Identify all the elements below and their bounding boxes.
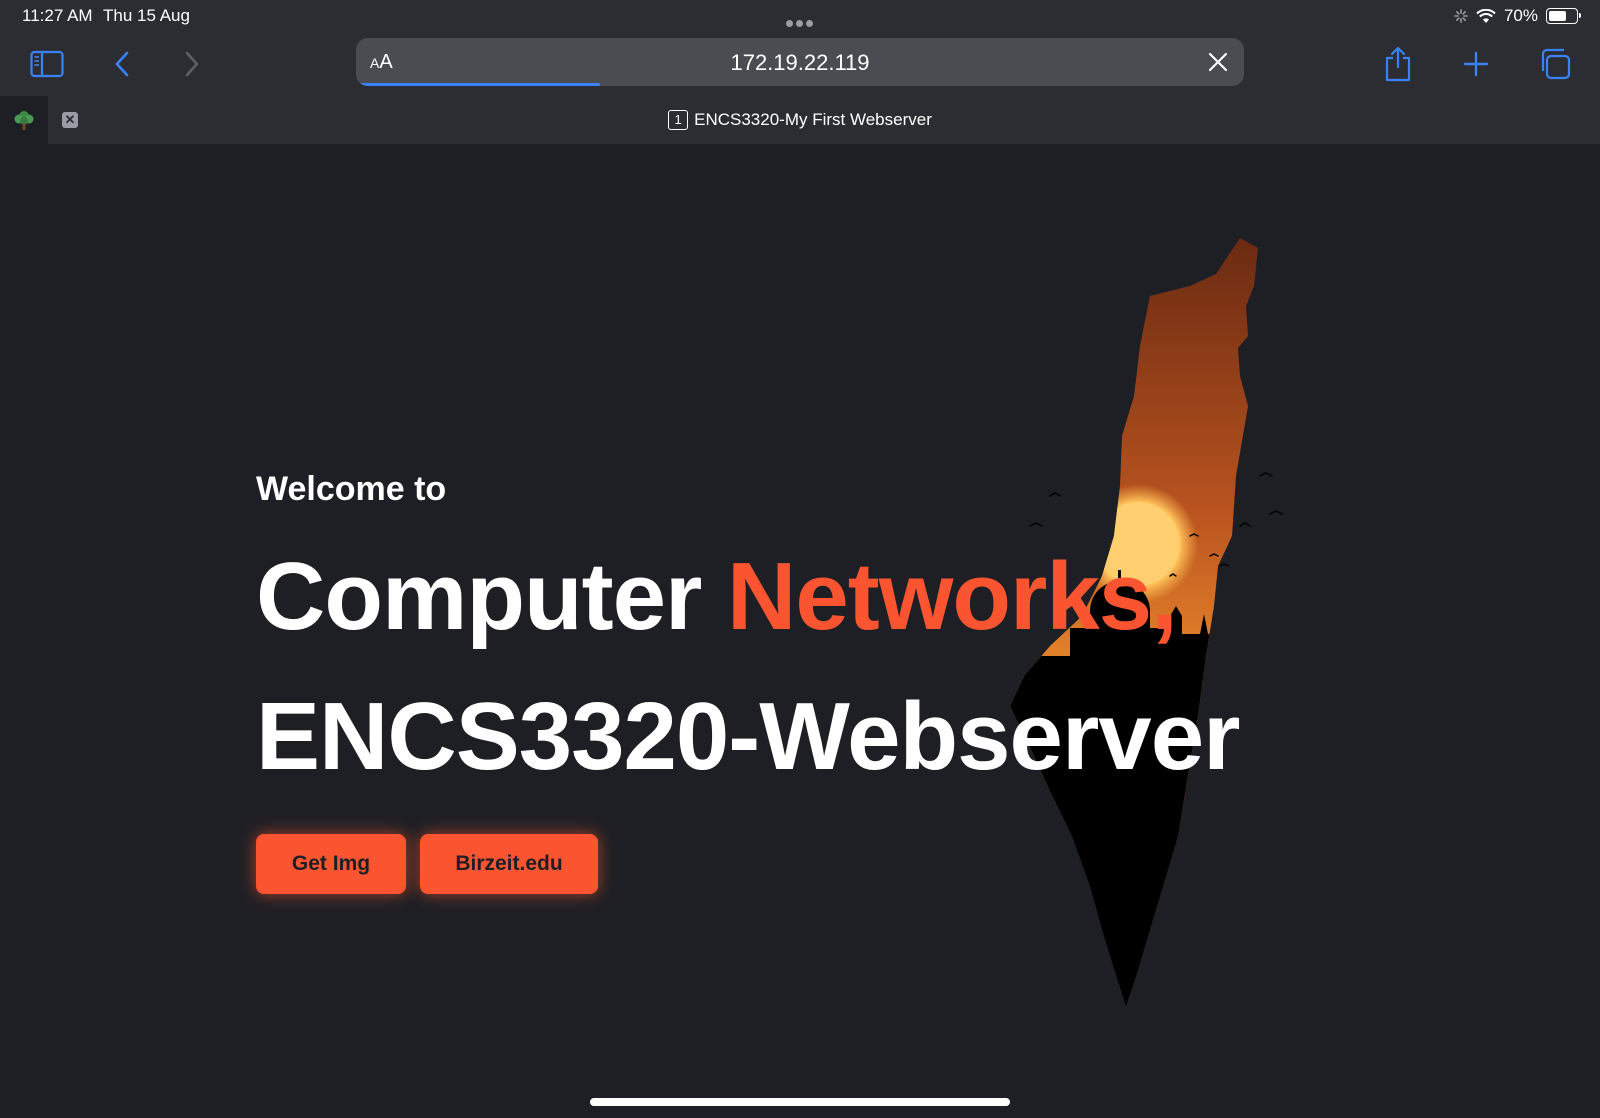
- headline-part-1: Computer: [256, 543, 727, 650]
- battery-percent: 70%: [1503, 6, 1538, 25]
- address-bar[interactable]: AA 172.19.22.119: [356, 38, 1244, 86]
- get-img-button[interactable]: Get Img: [256, 834, 406, 894]
- add-tab-icon[interactable]: [1456, 44, 1496, 84]
- sidebar-icon[interactable]: [27, 44, 67, 84]
- browser-toolbar: AA 172.19.22.119: [0, 32, 1600, 96]
- battery-icon: [1546, 8, 1581, 24]
- welcome-text: Welcome to: [256, 470, 447, 508]
- wifi-icon: [1476, 8, 1496, 23]
- tab-title[interactable]: 1 ENCS3320-My First Webserver: [0, 110, 1600, 130]
- birzeit-edu-button[interactable]: Birzeit.edu: [420, 834, 598, 894]
- activity-spinner-icon: [1454, 9, 1468, 23]
- back-icon[interactable]: [102, 44, 142, 84]
- page-content: Welcome to Computer Networks, ENCS3320-W…: [0, 144, 1600, 1118]
- tab-title-text: ENCS3320-My First Webserver: [694, 110, 932, 129]
- tab-bar: ✕ 1 ENCS3320-My First Webserver: [0, 96, 1600, 144]
- tab-count-badge: 1: [668, 110, 689, 130]
- multitasking-dots-icon[interactable]: [786, 12, 816, 27]
- page-load-progress: [360, 83, 600, 86]
- headline-accent: Networks,: [727, 543, 1178, 650]
- tabs-overview-icon[interactable]: [1535, 44, 1575, 84]
- headline-line-1: Computer Networks,: [256, 542, 1178, 652]
- home-indicator[interactable]: [590, 1098, 1010, 1106]
- status-bar: 11:27 AM Thu 15 Aug 70%: [0, 0, 1600, 32]
- forward-icon[interactable]: [172, 44, 212, 84]
- url-text[interactable]: 172.19.22.119: [356, 50, 1244, 76]
- share-icon[interactable]: [1378, 44, 1418, 84]
- battery-fill: [1549, 11, 1566, 21]
- status-indicators: 70%: [1454, 6, 1581, 26]
- headline-line-2: ENCS3320-Webserver: [256, 683, 1240, 790]
- close-icon[interactable]: [1206, 50, 1230, 74]
- status-date: Thu 15 Aug: [103, 6, 190, 25]
- status-time: 11:27 AM: [22, 6, 93, 25]
